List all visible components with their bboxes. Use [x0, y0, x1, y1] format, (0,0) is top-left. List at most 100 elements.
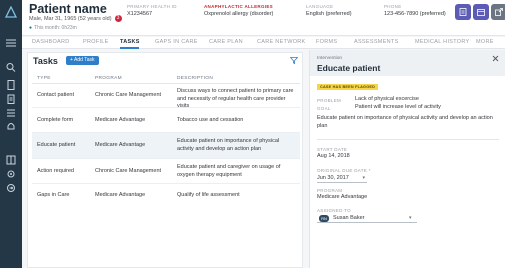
task-program: Chronic Care Management: [95, 92, 162, 98]
chevron-down-icon: ▾: [409, 215, 412, 221]
tasks-title: Tasks: [33, 56, 58, 66]
intervention-description: Educate patient on importance of physica…: [317, 115, 493, 129]
task-program: Chronic Care Management: [95, 168, 162, 174]
allergies-label: ANAPHYLACTIC ALLERGIES: [204, 4, 273, 9]
patient-header: Patient name Male, Mar 31, 1965 (52 year…: [22, 0, 505, 36]
tab-bar: DASHBOARD PROFILE TASKS GAPS IN CARE CAR…: [22, 37, 505, 49]
search-icon[interactable]: [5, 62, 17, 72]
assigned-to-label: ASSIGNED TO: [317, 208, 351, 213]
tab-care-plan[interactable]: CARE PLAN: [209, 39, 243, 45]
calendar-button[interactable]: [473, 4, 489, 20]
language-label: LANGUAGE: [306, 4, 334, 9]
filter-icon[interactable]: [290, 57, 298, 64]
document-icon[interactable]: [5, 80, 17, 90]
table-row[interactable]: Contact patient Chronic Care Management …: [32, 84, 300, 109]
table-row[interactable]: Complete form Medicare Advantage Tobacco…: [32, 108, 300, 133]
task-program: Medicare Advantage: [95, 192, 146, 198]
patient-demographics: Male, Mar 31, 1965 (52 years old) 3: [29, 15, 122, 22]
intervention-detail-panel: Intervention Educate patient CASE HAS BE…: [309, 50, 505, 268]
task-type: Contact patient: [37, 92, 74, 98]
tab-more[interactable]: MORE: [476, 39, 494, 45]
exit-icon[interactable]: [5, 183, 17, 193]
tab-gaps-in-care[interactable]: GAPS IN CARE: [155, 39, 198, 45]
notes-icon: [459, 8, 467, 16]
tab-assessments[interactable]: ASSESSMENTS: [354, 39, 399, 45]
health-id-value: X1234567: [127, 11, 153, 17]
table-row[interactable]: Action required Chronic Care Management …: [32, 159, 300, 184]
clipboard-icon[interactable]: [5, 94, 17, 104]
patient-meta-text: Male, Mar 31, 1965 (52 years old): [29, 15, 112, 22]
phone-label: PHONE: [384, 4, 402, 9]
program-label: PROGRAM: [317, 188, 343, 193]
task-type: Action required: [37, 168, 74, 174]
tab-care-network[interactable]: CARE NETWORK: [257, 39, 306, 45]
logo-icon: [5, 6, 17, 18]
clock-icon: ●: [29, 25, 33, 31]
language-field: LANGUAGE English (preferred): [306, 4, 352, 17]
share-icon: [495, 8, 503, 16]
column-header-program[interactable]: PROGRAM: [95, 76, 122, 81]
close-icon[interactable]: [492, 55, 499, 62]
add-task-button[interactable]: + Add Task: [66, 56, 99, 65]
task-type: Educate patient: [37, 142, 76, 148]
notes-button[interactable]: [455, 4, 471, 20]
allergies-field: ANAPHYLACTIC ALLERGIES Oxprenolol allerg…: [204, 4, 273, 17]
bell-icon[interactable]: [5, 121, 17, 131]
task-description: Tobacco use and cessation: [177, 117, 244, 123]
column-header-type[interactable]: TYPE: [37, 76, 51, 81]
menu-icon[interactable]: [5, 38, 17, 48]
assignee-name: Susan Baker: [333, 215, 365, 221]
table-row-selected[interactable]: Educate patient Medicare Advantage Educa…: [32, 133, 300, 159]
table-row[interactable]: Gaps in Care Medicare Advantage Qualify …: [32, 184, 300, 208]
start-date-value: Aug 14, 2018: [317, 153, 350, 159]
due-date-value: Jun 30, 2017: [317, 175, 349, 181]
flag-chip: CASE HAS BEEN FLAGGED: [317, 84, 379, 90]
active-tab-indicator: [120, 47, 139, 49]
health-id-label: PRIMARY HEALTH ID: [127, 4, 177, 9]
task-program: Medicare Advantage: [95, 142, 146, 148]
due-date-picker[interactable]: Jun 30, 2017 ▾: [317, 174, 367, 183]
task-description: Educate patient on importance of physica…: [177, 138, 280, 152]
problem-label: PROBLEM: [317, 98, 342, 103]
tab-tasks[interactable]: TASKS: [120, 39, 140, 45]
book-icon[interactable]: [5, 155, 17, 165]
task-type: Complete form: [37, 117, 74, 123]
tab-medical-history[interactable]: MEDICAL HISTORY: [415, 39, 470, 45]
tasks-panel: Tasks + Add Task TYPE PROGRAM DESCRIPTIO…: [27, 52, 303, 268]
task-description: Educate patient and caregiver on usage o…: [177, 164, 281, 178]
start-date-label: START DATE: [317, 147, 348, 152]
phone-field: PHONE 123-456-7890 (preferred): [384, 4, 446, 17]
tab-profile[interactable]: PROFILE: [83, 39, 109, 45]
detail-divider: [317, 139, 499, 140]
goal-value: Patient will increase level of activity: [355, 104, 441, 110]
detail-title: Educate patient: [317, 63, 381, 73]
visit-time: ● This month: 0h23m: [29, 25, 77, 31]
task-type: Gaps in Care: [37, 192, 70, 198]
column-header-description[interactable]: DESCRIPTION: [177, 76, 213, 81]
detail-subtitle: Intervention: [317, 56, 343, 61]
visit-time-text: This month: 0h23m: [34, 25, 77, 31]
tab-dashboard[interactable]: DASHBOARD: [32, 39, 70, 45]
list-icon[interactable]: [5, 108, 17, 118]
assignee-select[interactable]: RN Susan Baker ▾: [317, 214, 417, 223]
phone-value: 123-456-7890 (preferred): [384, 11, 446, 17]
program-value: Medicare Advantage: [317, 194, 368, 200]
avatar: RN: [319, 215, 329, 222]
problem-value: Lack of physical excercise: [355, 96, 419, 102]
language-value: English (preferred): [306, 11, 352, 17]
tab-forms[interactable]: FORMS: [316, 39, 337, 45]
patient-name: Patient name: [29, 2, 107, 16]
chevron-down-icon: ▾: [362, 175, 365, 181]
settings-icon[interactable]: [5, 169, 17, 179]
calendar-icon: [477, 9, 485, 16]
task-program: Medicare Advantage: [95, 117, 146, 123]
health-id-field: PRIMARY HEALTH ID X1234567: [127, 4, 177, 17]
due-date-label: ORIGINAL DUE DATE *: [317, 168, 371, 173]
alert-count-badge[interactable]: 3: [114, 15, 122, 22]
share-button[interactable]: [491, 4, 505, 20]
detail-header: Intervention Educate patient: [310, 50, 505, 76]
goal-label: GOAL: [317, 106, 331, 111]
allergies-value: Oxprenolol allergy (disorder): [204, 11, 274, 17]
sidebar: [0, 0, 22, 268]
task-description: Qualify of life assessment: [177, 192, 240, 198]
